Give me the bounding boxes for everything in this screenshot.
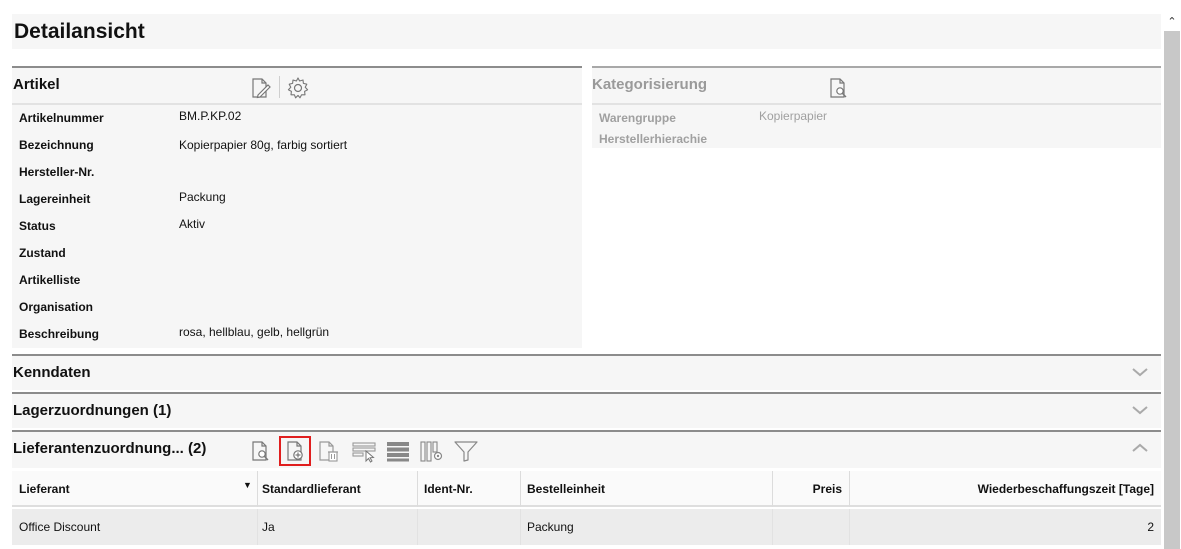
chevron-down-icon[interactable] [1129, 362, 1151, 382]
view-document-icon[interactable] [824, 74, 852, 102]
toolbar-divider [279, 76, 280, 98]
lagerzuordnungen-title: Lagerzuordnungen (1) [13, 402, 172, 419]
field-value: Aktiv [179, 217, 206, 231]
artikel-panel: Artikel Artikelnummer BM.P.KP.02 Bezeich… [12, 66, 582, 348]
lieferantenzuordnung-section: Lieferantenzuordnung... (2) [12, 430, 1161, 468]
column-header-label: Lieferant [19, 482, 70, 496]
artikel-title: Artikel [13, 76, 60, 93]
page-header: Detailansicht [12, 14, 1161, 49]
detail-view: ⌃ Detailansicht Artikel Artikelnummer BM… [0, 0, 1181, 549]
section-top-rule [12, 392, 1161, 394]
cell-preis [772, 509, 849, 545]
field-value: Kopierpapier 80g, farbig sortiert [179, 138, 348, 152]
column-header-label: Bestelleinheit [527, 482, 606, 496]
lieferantenzuordnung-title: Lieferantenzuordnung... (2) [13, 440, 207, 457]
panel-top-rule [12, 66, 582, 68]
field-label: Lagereinheit [19, 192, 91, 206]
section-top-rule [12, 430, 1161, 432]
field-value: Kopierpapier [759, 109, 828, 123]
column-header-bestelleinheit[interactable]: Bestelleinheit [520, 471, 772, 507]
cell-ident-nr [417, 509, 520, 545]
panel-separator [592, 103, 1161, 105]
column-header-label: Ident-Nr. [424, 482, 473, 496]
column-header-ident-nr[interactable]: Ident-Nr. [417, 471, 520, 507]
chevron-up-icon[interactable] [1129, 438, 1151, 458]
field-label: Warengruppe [599, 111, 676, 125]
kategorisierung-panel: Kategorisierung Warengruppe Kopierpapier… [592, 66, 1161, 148]
grid-header: Lieferant ▼ Standardlieferant Ident-Nr. … [12, 471, 1161, 507]
delete-document-icon[interactable] [314, 437, 342, 465]
sort-descending-icon[interactable]: ▼ [243, 467, 252, 503]
field-label: Zustand [19, 246, 66, 260]
column-header-label: Standardlieferant [262, 482, 361, 496]
field-label: Hersteller-Nr. [19, 165, 95, 179]
table-row[interactable]: Office Discount Ja Packung 2 [12, 509, 1161, 545]
page-title: Detailansicht [14, 20, 145, 43]
cell-lieferant: Office Discount [19, 520, 101, 534]
vertical-scrollbar[interactable]: ⌃ [1163, 14, 1181, 549]
chevron-down-icon[interactable] [1129, 400, 1151, 420]
edit-document-icon[interactable] [246, 74, 274, 102]
filter-icon[interactable] [452, 437, 480, 465]
field-value: Packung [179, 190, 226, 204]
scrollbar-thumb[interactable] [1164, 31, 1180, 549]
column-header-wiederbeschaffungszeit[interactable]: Wiederbeschaffungszeit [Tage] [849, 471, 1161, 507]
scroll-up-icon[interactable]: ⌃ [1163, 14, 1181, 30]
field-label: Beschreibung [19, 327, 100, 341]
field-label: Artikelnummer [19, 111, 104, 125]
select-rows-icon[interactable] [350, 437, 378, 465]
panel-separator [12, 103, 582, 105]
kategorisierung-title: Kategorisierung [592, 76, 708, 93]
panel-top-rule [592, 66, 1161, 68]
field-label: Bezeichnung [19, 138, 94, 152]
column-header-label: Wiederbeschaffungszeit [Tage] [977, 482, 1154, 496]
column-header-label: Preis [812, 482, 842, 496]
section-top-rule [12, 354, 1161, 356]
column-settings-icon[interactable] [418, 437, 446, 465]
column-header-standardlieferant[interactable]: Standardlieferant [255, 471, 417, 507]
lieferanten-grid: Lieferant ▼ Standardlieferant Ident-Nr. … [12, 468, 1161, 549]
cell-bestelleinheit: Packung [527, 520, 574, 534]
column-header-preis[interactable]: Preis [772, 471, 849, 507]
column-header-lieferant[interactable]: Lieferant ▼ [12, 471, 257, 507]
kenndaten-title: Kenndaten [13, 364, 91, 381]
field-value: rosa, hellblau, gelb, hellgrün [179, 325, 330, 339]
field-value: BM.P.KP.02 [179, 109, 242, 123]
cell-standardlieferant: Ja [262, 520, 275, 534]
field-label: Artikelliste [19, 273, 81, 287]
field-label: Herstellerhierachie [599, 132, 708, 146]
settings-gear-icon[interactable] [284, 74, 312, 102]
lagerzuordnungen-section[interactable]: Lagerzuordnungen (1) [12, 392, 1161, 428]
cell-wiederbeschaffungszeit: 2 [1147, 520, 1154, 534]
list-view-icon[interactable] [384, 437, 412, 465]
field-label: Organisation [19, 300, 94, 314]
view-document-icon[interactable] [246, 437, 274, 465]
field-label: Status [19, 219, 56, 233]
add-document-icon[interactable] [279, 436, 311, 466]
kenndaten-section[interactable]: Kenndaten [12, 354, 1161, 390]
